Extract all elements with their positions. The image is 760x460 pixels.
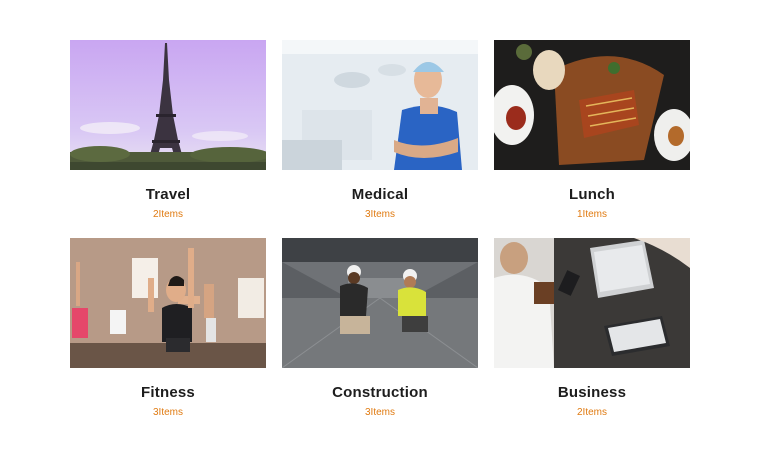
category-card-travel[interactable]: Travel 2Items bbox=[70, 40, 266, 220]
eiffel-tower-photo[interactable] bbox=[70, 40, 266, 170]
category-item-count: 3Items bbox=[364, 407, 395, 418]
category-grid: Travel 2Items Medical 3Items Lunch 1Item… bbox=[0, 0, 760, 460]
category-item-count: 2Items bbox=[576, 407, 607, 418]
category-item-count: 1Items bbox=[576, 209, 607, 220]
category-card-medical[interactable]: Medical 3Items bbox=[282, 40, 478, 220]
category-title[interactable]: Travel bbox=[70, 186, 266, 203]
category-card-fitness[interactable]: Fitness 3Items bbox=[70, 238, 266, 418]
food-platter-photo[interactable] bbox=[494, 40, 690, 170]
category-card-construction[interactable]: Construction 3Items bbox=[282, 238, 478, 418]
category-title[interactable]: Construction bbox=[282, 384, 478, 401]
construction-workers-photo[interactable] bbox=[282, 238, 478, 368]
category-card-business[interactable]: Business 2Items bbox=[494, 238, 690, 418]
business-desk-photo[interactable] bbox=[494, 238, 690, 368]
fitness-class-photo[interactable] bbox=[70, 238, 266, 368]
category-item-count: 3Items bbox=[152, 407, 183, 418]
category-card-lunch[interactable]: Lunch 1Items bbox=[494, 40, 690, 220]
category-title[interactable]: Business bbox=[494, 384, 690, 401]
category-item-count: 3Items bbox=[364, 209, 395, 220]
category-title[interactable]: Fitness bbox=[70, 384, 266, 401]
category-title[interactable]: Medical bbox=[282, 186, 478, 203]
category-item-count: 2Items bbox=[152, 209, 183, 220]
surgeon-photo[interactable] bbox=[282, 40, 478, 170]
category-title[interactable]: Lunch bbox=[494, 186, 690, 203]
